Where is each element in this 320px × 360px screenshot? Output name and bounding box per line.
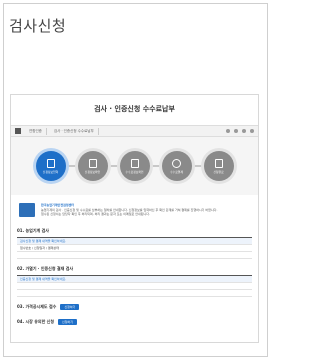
section-title: 02. 가열기 · 인증신청 결재 검사: [17, 266, 74, 271]
check-document-icon: [214, 158, 223, 168]
section-title: 03. 가격공시제도 접수: [17, 304, 57, 309]
step-1: 신청정보입력: [35, 151, 66, 181]
section-table: 검사신청 및 결제 내역을 확인하세요. 접수번호 / 신청일자 / 결제상태: [17, 237, 252, 259]
table-cell: 검사신청 및 결제 내역을 확인하세요.: [20, 239, 67, 243]
screenshot-panel: 검사 · 인증신청 수수료납부 연합인증 검사 · 인증신청 수수료납부 신청정…: [10, 94, 259, 343]
step-label: 신청완료: [213, 169, 224, 174]
step-3: 수수료정보확인: [119, 151, 150, 181]
share-icons: [226, 129, 254, 133]
twitter-icon[interactable]: [242, 129, 246, 133]
step-label: 신청정보입력: [42, 169, 59, 174]
id-card-icon: [19, 203, 35, 217]
table-row[interactable]: [17, 252, 252, 259]
table-row[interactable]: [17, 283, 252, 290]
apply-button[interactable]: 신청하기: [58, 319, 78, 325]
info-text: 한국농업기계안전검정센터 농업기계의 검사 · 인증신청 및 수수료를 납부하는…: [41, 203, 217, 217]
section-title: 04. 시장 유의한 신청: [17, 319, 55, 324]
edit-document-icon: [88, 158, 97, 168]
section-market: 04. 시장 유의한 신청 신청하기: [11, 317, 258, 327]
section-certification: 02. 가열기 · 인증신청 결재 검사 인증신청 및 결제 내역을 확인하세요…: [11, 264, 258, 297]
table-cell: 접수번호 / 신청일자 / 결제상태: [20, 246, 59, 250]
home-icon[interactable]: [15, 128, 21, 134]
step-5: 신청완료: [203, 151, 234, 181]
list-icon: [130, 158, 139, 168]
section-table: 인증신청 및 결제 내역을 확인하세요.: [17, 275, 252, 297]
document-icon: [46, 158, 55, 168]
info-line: 접수된 신청서는 담당자 확인 후 처리되며, 처리 결과는 문자 또는 이메일…: [41, 212, 150, 216]
section-inspection: 01. 농업기계 검사 검사신청 및 결제 내역을 확인하세요. 접수번호 / …: [11, 226, 258, 259]
share-icon[interactable]: [226, 129, 230, 133]
step-indicator: 신청정보입력 신청정보확인 수수료정보확인 수수료결제 신청완료: [11, 137, 258, 195]
table-row[interactable]: 인증신청 및 결제 내역을 확인하세요.: [17, 276, 252, 283]
step-label: 신청정보확인: [84, 169, 101, 174]
info-box: 한국농업기계안전검정센터 농업기계의 검사 · 인증신청 및 수수료를 납부하는…: [11, 195, 258, 221]
table-row[interactable]: 접수번호 / 신청일자 / 결제상태: [17, 245, 252, 252]
step-2: 신청정보확인: [77, 151, 108, 181]
breadcrumb-item[interactable]: 연합인증: [25, 127, 47, 135]
table-row[interactable]: 검사신청 및 결제 내역을 확인하세요.: [17, 238, 252, 245]
breadcrumb: 연합인증 검사 · 인증신청 수수료납부: [11, 125, 258, 137]
section-price-notice: 03. 가격공시제도 접수 신청하기: [11, 302, 258, 312]
breadcrumb-item[interactable]: 검사 · 인증신청 수수료납부: [50, 127, 99, 135]
screenshot-header-title: 검사 · 인증신청 수수료납부: [94, 105, 175, 113]
step-4: 수수료결제: [161, 151, 192, 181]
table-row[interactable]: [17, 290, 252, 297]
section-title: 01. 농업기계 검사: [17, 228, 49, 233]
facebook-icon[interactable]: [234, 129, 238, 133]
print-icon[interactable]: [250, 129, 254, 133]
page-title: 검사신청: [9, 17, 67, 35]
apply-button[interactable]: 신청하기: [60, 304, 80, 310]
step-label: 수수료정보확인: [125, 169, 144, 174]
table-cell: 인증신청 및 결제 내역을 확인하세요.: [20, 277, 67, 281]
step-label: 수수료결제: [170, 169, 183, 174]
won-icon: [172, 158, 181, 168]
